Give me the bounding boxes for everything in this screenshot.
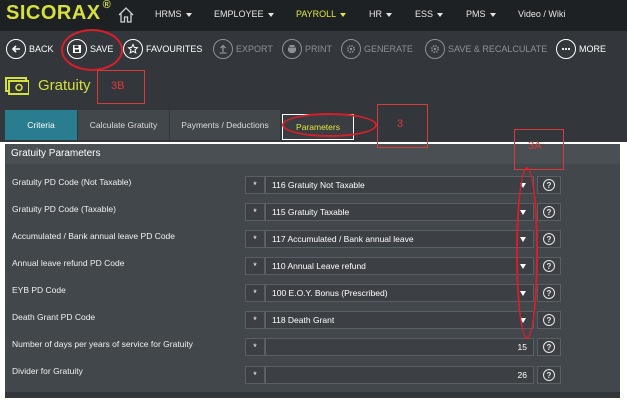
annotation-ellipse-save (61, 29, 123, 71)
help-icon: ? (543, 206, 555, 218)
nav-employee[interactable]: EMPLOYEE (214, 9, 274, 19)
divider-input[interactable]: 26 (265, 366, 534, 384)
annotation-label-3b: 3B (111, 80, 125, 92)
page-title: Gratuity (38, 77, 91, 94)
help-icon: ? (543, 260, 555, 272)
gratuity-taxable-select[interactable]: 115 Gratuity Taxable (265, 203, 534, 221)
more-dots-icon (556, 39, 576, 59)
row-label-annual-leave-refund: Annual leave refund PD Code (12, 258, 125, 268)
row-label-death-grant: Death Grant PD Code (12, 312, 96, 322)
money-bill-icon (5, 77, 29, 95)
help-button[interactable]: ? (537, 338, 561, 356)
annotation-ellipse-parameters (282, 113, 377, 137)
help-button[interactable]: ? (537, 176, 561, 194)
gear-icon (425, 39, 445, 59)
gratuity-not-taxable-select[interactable]: 116 Gratuity Not Taxable (265, 176, 534, 194)
required-marker: * (245, 338, 265, 356)
annual-leave-refund-select[interactable]: 110 Annual Leave refund (265, 257, 534, 275)
chevron-down-icon (386, 12, 392, 17)
row-label-gratuity-not-taxable: Gratuity PD Code (Not Taxable) (12, 177, 132, 187)
required-marker: * (245, 311, 265, 329)
annotation-label-3a: 3A (528, 140, 542, 152)
nav-hrms[interactable]: HRMS (155, 9, 192, 19)
chevron-down-icon (267, 12, 274, 17)
page-header: Gratuity (0, 68, 627, 104)
printer-icon (282, 39, 302, 59)
help-button[interactable]: ? (537, 311, 561, 329)
arrow-left-icon (6, 39, 26, 59)
help-button[interactable]: ? (537, 366, 561, 384)
eyb-select[interactable]: 100 E.O.Y. Bonus (Prescribed) (265, 284, 534, 302)
row-label-eyb: EYB PD Code (12, 285, 66, 295)
back-button[interactable]: BACK (6, 38, 54, 60)
favourites-button[interactable]: FAVOURITES (123, 38, 202, 60)
help-icon: ? (543, 287, 555, 299)
help-button[interactable]: ? (537, 203, 561, 221)
gear-icon (341, 39, 361, 59)
row-label-gratuity-taxable: Gratuity PD Code (Taxable) (12, 204, 116, 214)
chevron-down-icon (489, 12, 496, 17)
export-button[interactable]: EXPORT (213, 38, 273, 60)
chevron-down-icon (185, 12, 192, 17)
required-marker: * (245, 284, 265, 302)
help-icon: ? (543, 314, 555, 326)
required-marker: * (245, 203, 265, 221)
annotation-label-3: 3 (397, 118, 404, 130)
row-label-accumulated-leave: Accumulated / Bank annual leave PD Code (12, 231, 176, 241)
help-button[interactable]: ? (537, 284, 561, 302)
help-icon: ? (543, 341, 555, 353)
print-button[interactable]: PRINT (282, 38, 332, 60)
help-icon: ? (543, 179, 555, 191)
generate-button[interactable]: GENERATE (341, 38, 413, 60)
help-icon: ? (543, 233, 555, 245)
chevron-down-icon (340, 12, 347, 17)
chevron-down-icon (437, 12, 444, 17)
app-logo[interactable]: SICORAX ® (6, 0, 111, 25)
required-marker: * (245, 176, 265, 194)
nav-payroll[interactable]: PAYROLL (296, 9, 347, 19)
tab-calculate-gratuity[interactable]: Calculate Gratuity (78, 110, 169, 140)
nav-ess[interactable]: ESS (415, 9, 444, 19)
nav-pms[interactable]: PMS (466, 9, 496, 19)
nav-video-wiki[interactable]: Video / Wiki (518, 9, 565, 19)
row-label-days-per-year: Number of days per years of service for … (12, 339, 193, 349)
panel-footer (5, 392, 620, 398)
required-marker: * (245, 366, 265, 384)
accumulated-leave-select[interactable]: 117 Accumulated / Bank annual leave (265, 230, 534, 248)
annotation-ellipse-dropdowns (516, 167, 538, 339)
help-button[interactable]: ? (537, 257, 561, 275)
help-button[interactable]: ? (537, 230, 561, 248)
row-label-divider: Divider for Gratuity (12, 366, 83, 376)
help-icon: ? (543, 369, 555, 381)
save-recalculate-button[interactable]: SAVE & RECALCULATE (425, 38, 547, 60)
upload-icon (213, 39, 233, 59)
tab-payments-deductions[interactable]: Payments / Deductions (170, 110, 280, 140)
nav-hr[interactable]: HR (369, 9, 392, 19)
tab-criteria[interactable]: Criteria (5, 110, 77, 140)
required-marker: * (245, 230, 265, 248)
home-icon[interactable] (117, 6, 135, 24)
top-navigation: SICORAX ® HRMS EMPLOYEE PAYROLL HR ESS PM… (0, 0, 627, 31)
more-button[interactable]: MORE (556, 38, 606, 60)
star-icon (123, 39, 143, 59)
required-marker: * (245, 257, 265, 275)
days-per-year-input[interactable]: 15 (265, 338, 534, 356)
death-grant-select[interactable]: 118 Death Grant (265, 311, 534, 329)
